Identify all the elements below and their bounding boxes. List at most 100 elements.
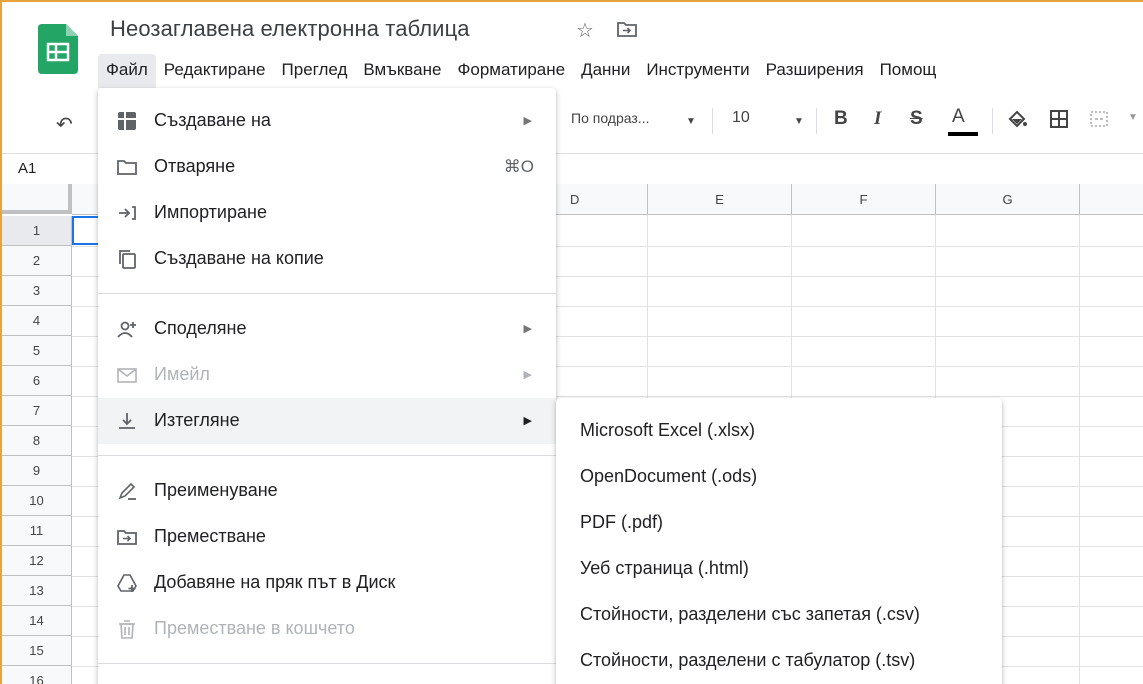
row-header[interactable]: 2	[2, 246, 72, 276]
chevron-down-icon[interactable]: ▼	[794, 116, 804, 127]
row-header[interactable]: 6	[2, 366, 72, 396]
menu-item-import[interactable]: Импортиране	[98, 190, 556, 236]
column-header[interactable]	[1080, 184, 1143, 215]
download-ods[interactable]: OpenDocument (.ods)	[556, 454, 1002, 500]
menu-item-label: Създаване на копие	[154, 248, 324, 268]
row-header[interactable]: 11	[2, 516, 72, 546]
download-html[interactable]: Уеб страница (.html)	[556, 546, 1002, 592]
menu-item-download[interactable]: Изтегляне ▶	[98, 398, 556, 444]
toolbar-divider	[712, 108, 713, 134]
menu-help[interactable]: Помощ	[872, 54, 945, 88]
submenu-item-label: Microsoft Excel (.xlsx)	[580, 420, 756, 440]
menu-item-label: Изтегляне	[154, 410, 240, 430]
submenu-arrow-icon: ▶	[523, 369, 532, 381]
borders-icon[interactable]	[1048, 108, 1070, 130]
download-tsv[interactable]: Стойности, разделени с табулатор (.tsv)	[556, 638, 1002, 684]
row-header[interactable]: 8	[2, 426, 72, 456]
copy-icon	[119, 250, 136, 269]
download-pdf[interactable]: PDF (.pdf)	[556, 500, 1002, 546]
menu-divider	[98, 663, 556, 664]
column-header-f[interactable]: F	[792, 184, 936, 215]
folder-move-icon[interactable]	[616, 20, 638, 38]
submenu-arrow-icon: ▶	[523, 323, 532, 335]
row-header[interactable]: 4	[2, 306, 72, 336]
download-submenu: Microsoft Excel (.xlsx) OpenDocument (.o…	[556, 398, 1002, 684]
row-header[interactable]: 1	[2, 216, 72, 246]
menu-view[interactable]: Преглед	[274, 54, 356, 88]
menu-item-label: Преместване в кошчето	[154, 618, 355, 638]
menu-item-new[interactable]: Създаване на ▶	[98, 98, 556, 144]
chevron-down-icon[interactable]: ▼	[686, 116, 696, 127]
submenu-item-label: Стойности, разделени със запетая (.csv)	[580, 604, 920, 624]
keyboard-shortcut: ⌘O	[503, 157, 534, 176]
menu-item-make-copy[interactable]: Създаване на копие	[98, 236, 556, 282]
download-csv[interactable]: Стойности, разделени със запетая (.csv)	[556, 592, 1002, 638]
row-header[interactable]: 10	[2, 486, 72, 516]
row-header[interactable]: 16	[2, 666, 72, 684]
italic-button[interactable]: I	[874, 108, 881, 130]
menu-divider	[98, 293, 556, 294]
folder-icon	[117, 160, 137, 175]
fill-color-icon[interactable]	[1006, 108, 1028, 130]
toolbar-divider	[992, 108, 993, 134]
menu-edit[interactable]: Редактиране	[156, 54, 274, 88]
cell-reference[interactable]: A1	[18, 160, 36, 177]
chevron-down-icon[interactable]: ▼	[1128, 112, 1138, 123]
menu-item-label: Създаване на	[154, 110, 271, 130]
menu-tools[interactable]: Инструменти	[638, 54, 757, 88]
row-header[interactable]: 5	[2, 336, 72, 366]
row-header[interactable]: 13	[2, 576, 72, 606]
row-header[interactable]: 12	[2, 546, 72, 576]
menu-item-label: Имейл	[154, 364, 210, 384]
text-color-button[interactable]: A	[952, 106, 965, 128]
menu-bar: Файл Редактиране Преглед Вмъкване Формат…	[98, 54, 944, 88]
strikethrough-button[interactable]: S	[910, 108, 923, 130]
star-icon[interactable]: ☆	[576, 18, 594, 43]
menu-insert[interactable]: Вмъкване	[355, 54, 449, 88]
download-icon	[119, 413, 135, 429]
menu-item-trash: Преместване в кошчето	[98, 606, 556, 652]
menu-item-rename[interactable]: Преименуване	[98, 468, 556, 514]
submenu-item-label: Уеб страница (.html)	[580, 558, 749, 578]
font-family-select[interactable]: По подраз...	[571, 110, 649, 126]
toolbar-divider	[816, 108, 817, 134]
column-header-e[interactable]: E	[648, 184, 792, 215]
row-header[interactable]: 15	[2, 636, 72, 666]
menu-divider	[98, 455, 556, 456]
row-header[interactable]: 3	[2, 276, 72, 306]
document-title[interactable]: Неозаглавена електронна таблица	[110, 16, 470, 42]
bold-button[interactable]: B	[834, 108, 848, 130]
menu-data[interactable]: Данни	[573, 54, 638, 88]
sheets-logo-icon[interactable]	[38, 24, 78, 74]
row-header[interactable]: 7	[2, 396, 72, 426]
new-sheet-icon	[118, 112, 136, 130]
app-window: Неозаглавена електронна таблица ☆ Файл Р…	[0, 0, 1143, 684]
menu-item-open[interactable]: Отваряне ⌘O	[98, 144, 556, 190]
menu-item-email: Имейл ▶	[98, 352, 556, 398]
font-size-field[interactable]: 10	[732, 109, 750, 127]
text-color-swatch	[948, 132, 978, 136]
submenu-arrow-icon: ▶	[523, 415, 532, 427]
menu-item-label: Преместване	[154, 526, 266, 546]
menu-item-add-shortcut[interactable]: Добавяне на пряк път в Диск	[98, 560, 556, 606]
submenu-item-label: PDF (.pdf)	[580, 512, 664, 532]
menu-item-move[interactable]: Преместване	[98, 514, 556, 560]
file-menu: Създаване на ▶ Отваряне ⌘O Импортиране С…	[98, 88, 556, 684]
menu-file[interactable]: Файл	[98, 54, 156, 88]
menu-item-label: Преименуване	[154, 480, 278, 500]
menu-item-share[interactable]: Споделяне ▶	[98, 306, 556, 352]
row-header[interactable]: 14	[2, 606, 72, 636]
row-header[interactable]: 9	[2, 456, 72, 486]
undo-icon[interactable]: ↶	[56, 112, 73, 137]
merge-cells-icon[interactable]	[1088, 108, 1110, 130]
download-xlsx[interactable]: Microsoft Excel (.xlsx)	[556, 408, 1002, 454]
menu-extensions[interactable]: Разширения	[758, 54, 872, 88]
column-header-g[interactable]: G	[936, 184, 1080, 215]
select-all-corner[interactable]	[2, 184, 72, 214]
menu-format[interactable]: Форматиране	[449, 54, 573, 88]
column-header-d[interactable]: D	[554, 184, 648, 215]
menu-item-label: Импортиране	[154, 202, 267, 222]
submenu-item-label: OpenDocument (.ods)	[580, 466, 758, 486]
trash-icon	[119, 620, 135, 639]
drive-shortcut-icon	[117, 574, 137, 592]
